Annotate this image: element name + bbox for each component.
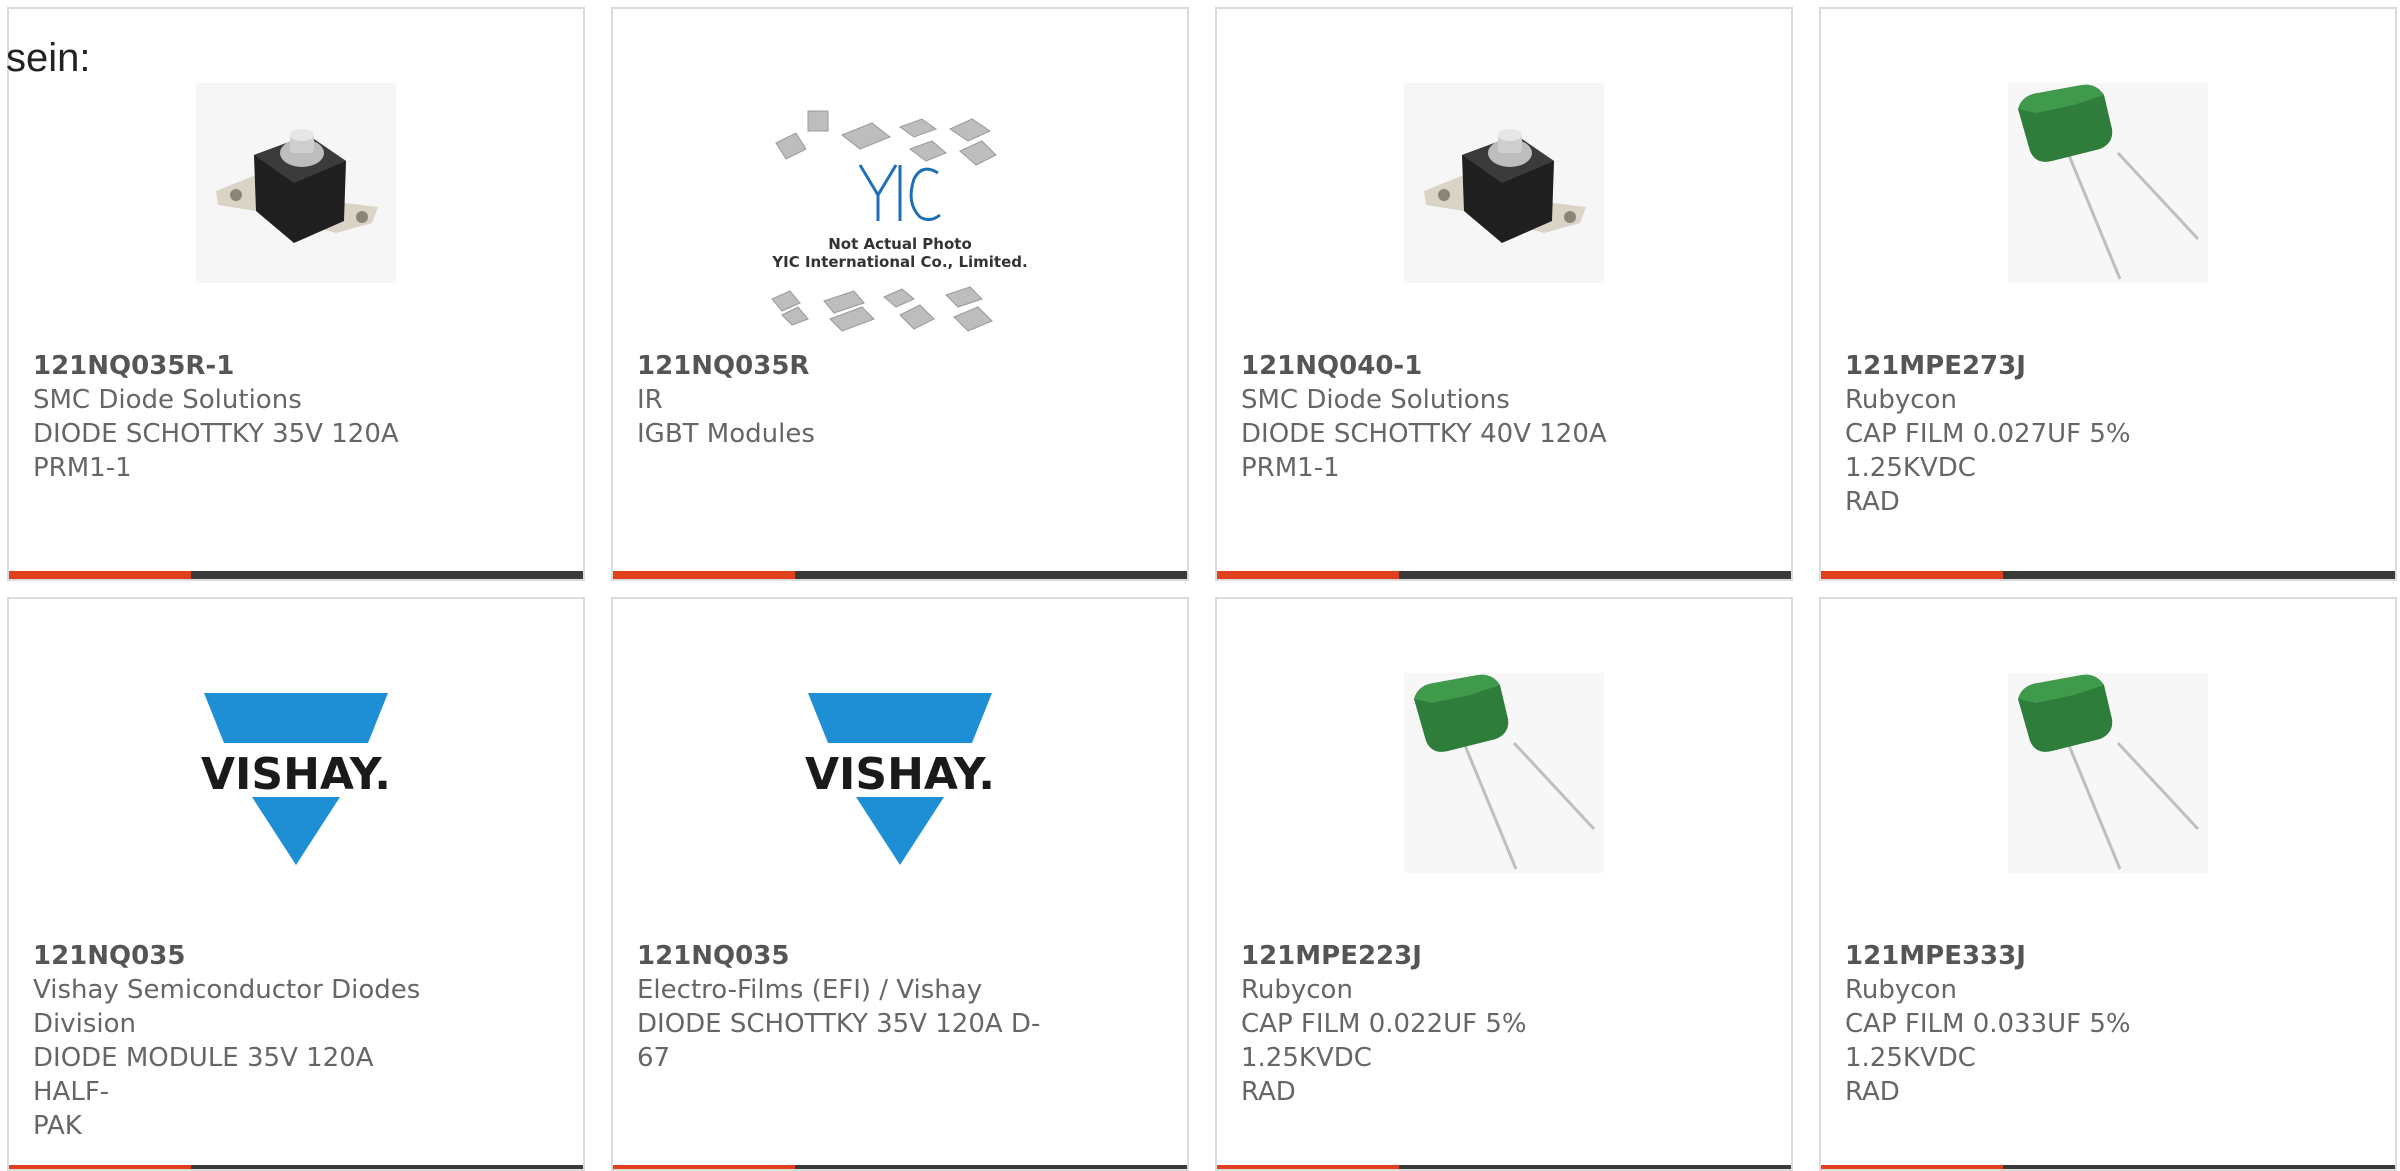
- product-card[interactable]: Not Actual Photo YIC International Co., …: [611, 7, 1189, 581]
- product-details: 121NQ035R IR IGBT Modules: [637, 349, 1057, 451]
- card-bottom-bar: [1217, 1165, 1791, 1169]
- manufacturer: Vishay Semiconductor Diodes: [33, 975, 421, 1005]
- card-bottom-bar: [1821, 571, 2395, 579]
- placeholder-photo-icon: Not Actual Photo YIC International Co., …: [771, 110, 1028, 332]
- card-bottom-bar: [9, 571, 583, 579]
- product-details: 121NQ040-1 SMC Diode Solutions DIODE SCH…: [1241, 349, 1661, 485]
- film-capacitor-icon: [1404, 673, 1604, 873]
- product-details: 121MPE223J Rubycon CAP FILM 0.022UF 5% 1…: [1241, 939, 1661, 1109]
- description-line: PAK: [33, 1111, 82, 1141]
- description-line: PRM1-1: [1241, 453, 1340, 483]
- card-bottom-bar: [613, 1165, 1187, 1169]
- product-image[interactable]: VISHAY.: [196, 673, 396, 873]
- manufacturer: Electro-Films (EFI) / Vishay: [637, 975, 983, 1005]
- product-image[interactable]: VISHAY.: [800, 673, 1000, 873]
- description-line: 67: [637, 1043, 671, 1073]
- description-line: CAP FILM 0.033UF 5% 1.25KVDC: [1845, 1009, 2131, 1073]
- vishay-logo-text: VISHAY.: [201, 749, 391, 800]
- product-card[interactable]: 121NQ035R-1 SMC Diode Solutions DIODE SC…: [7, 7, 585, 581]
- image-caption: Not Actual Photo: [828, 235, 972, 253]
- description-line: RAD: [1845, 1077, 1900, 1107]
- image-caption-company: YIC International Co., Limited.: [771, 253, 1027, 271]
- diode-module-icon: [1404, 83, 1604, 283]
- product-details: 121MPE333J Rubycon CAP FILM 0.033UF 5% 1…: [1845, 939, 2265, 1109]
- vishay-logo-icon: VISHAY.: [201, 693, 391, 865]
- card-accent: [613, 571, 795, 579]
- card-accent: [9, 1165, 191, 1169]
- description-line: RAD: [1241, 1077, 1296, 1107]
- part-number[interactable]: 121NQ035R: [637, 349, 1057, 383]
- product-card[interactable]: 121MPE333J Rubycon CAP FILM 0.033UF 5% 1…: [1819, 597, 2397, 1171]
- manufacturer: IR: [637, 385, 663, 415]
- product-card[interactable]: 121NQ040-1 SMC Diode Solutions DIODE SCH…: [1215, 7, 1793, 581]
- manufacturer-continued: Division: [33, 1009, 137, 1039]
- product-image[interactable]: [2008, 83, 2208, 283]
- description-line: DIODE SCHOTTKY 40V 120A: [1241, 419, 1607, 449]
- card-accent: [1217, 1165, 1399, 1169]
- product-details: 121NQ035R-1 SMC Diode Solutions DIODE SC…: [33, 349, 453, 485]
- product-card[interactable]: 121MPE273J Rubycon CAP FILM 0.027UF 5% 1…: [1819, 7, 2397, 581]
- film-capacitor-icon: [2008, 673, 2208, 873]
- product-card[interactable]: VISHAY. 121NQ035 Vishay Semiconductor Di…: [7, 597, 585, 1171]
- product-details: 121NQ035 Vishay Semiconductor Diodes Div…: [33, 939, 453, 1143]
- part-number[interactable]: 121NQ035: [637, 939, 1057, 973]
- vishay-logo-text: VISHAY.: [805, 749, 995, 800]
- card-bottom-bar: [1217, 571, 1791, 579]
- product-card[interactable]: VISHAY. 121NQ035 Electro-Films (EFI) / V…: [611, 597, 1189, 1171]
- part-number[interactable]: 121MPE333J: [1845, 939, 2265, 973]
- manufacturer: Rubycon: [1845, 975, 1957, 1005]
- page-fragment-text: sein:: [6, 36, 91, 80]
- product-image[interactable]: [1404, 83, 1604, 283]
- part-number[interactable]: 121NQ040-1: [1241, 349, 1661, 383]
- product-card[interactable]: 121MPE223J Rubycon CAP FILM 0.022UF 5% 1…: [1215, 597, 1793, 1171]
- card-accent: [1821, 571, 2003, 579]
- product-image[interactable]: Not Actual Photo YIC International Co., …: [750, 93, 1050, 353]
- card-bottom-bar: [613, 571, 1187, 579]
- product-image[interactable]: [1404, 673, 1604, 873]
- part-number[interactable]: 121NQ035: [33, 939, 453, 973]
- card-bottom-bar: [1821, 1165, 2395, 1169]
- description-line: DIODE MODULE 35V 120A HALF-: [33, 1043, 374, 1107]
- description-line: PRM1-1: [33, 453, 132, 483]
- card-bottom-bar: [9, 1165, 583, 1169]
- description-line: RAD: [1845, 487, 1900, 517]
- product-details: 121MPE273J Rubycon CAP FILM 0.027UF 5% 1…: [1845, 349, 2265, 519]
- product-image[interactable]: [196, 83, 396, 283]
- card-accent: [1217, 571, 1399, 579]
- part-number[interactable]: 121NQ035R-1: [33, 349, 453, 383]
- description-line: CAP FILM 0.022UF 5% 1.25KVDC: [1241, 1009, 1527, 1073]
- description-line: DIODE SCHOTTKY 35V 120A: [33, 419, 399, 449]
- manufacturer: Rubycon: [1241, 975, 1353, 1005]
- card-accent: [1821, 1165, 2003, 1169]
- film-capacitor-icon: [2008, 83, 2208, 283]
- manufacturer: SMC Diode Solutions: [1241, 385, 1510, 415]
- diode-module-icon: [196, 83, 396, 283]
- manufacturer: Rubycon: [1845, 385, 1957, 415]
- part-number[interactable]: 121MPE223J: [1241, 939, 1661, 973]
- card-accent: [613, 1165, 795, 1169]
- product-details: 121NQ035 Electro-Films (EFI) / Vishay DI…: [637, 939, 1057, 1075]
- description-line: CAP FILM 0.027UF 5% 1.25KVDC: [1845, 419, 2131, 483]
- product-image[interactable]: [2008, 673, 2208, 873]
- description-line: IGBT Modules: [637, 419, 815, 449]
- vishay-logo-icon: VISHAY.: [805, 693, 995, 865]
- description-line: DIODE SCHOTTKY 35V 120A D-: [637, 1009, 1041, 1039]
- card-accent: [9, 571, 191, 579]
- manufacturer: SMC Diode Solutions: [33, 385, 302, 415]
- part-number[interactable]: 121MPE273J: [1845, 349, 2265, 383]
